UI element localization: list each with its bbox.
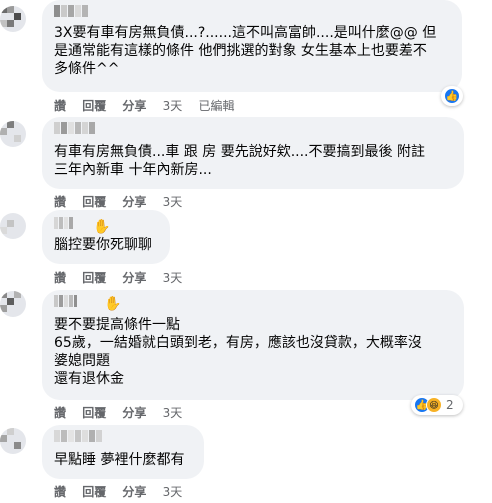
waving-hand-icon: ✋ bbox=[104, 296, 122, 312]
reaction-summary[interactable]: 👍 😆 2 bbox=[411, 395, 463, 415]
comment-actions: 讚 回覆 分享 3天 bbox=[54, 193, 194, 209]
like-button[interactable]: 讚 bbox=[54, 271, 66, 285]
share-button[interactable]: 分享 bbox=[122, 406, 146, 420]
reply-button[interactable]: 回覆 bbox=[82, 195, 106, 209]
comment-text-line: 65歲，一結婚就白頭到老，有房，應該也沒貸款，大概率沒 bbox=[54, 335, 422, 351]
reaction-count: 2 bbox=[446, 398, 454, 412]
comment-text-line: 有車有房無負債...車 跟 房 要先說好欸....不要搞到最後 附註 bbox=[54, 144, 425, 160]
comment-actions: 讚 回覆 分享 3天 bbox=[54, 483, 194, 499]
comment-text-line: 是通常能有這樣的條件 他們挑選的對象 女生基本上也要差不 bbox=[54, 43, 427, 59]
share-button[interactable]: 分享 bbox=[122, 195, 146, 209]
avatar[interactable] bbox=[0, 6, 26, 32]
timestamp[interactable]: 3天 bbox=[163, 99, 183, 113]
comment-text-line: 三年內新車 十年內新房... bbox=[54, 162, 212, 178]
comment-bubble: 有車有房無負債...車 跟 房 要先說好欸....不要搞到最後 附註 三年內新車… bbox=[42, 117, 464, 189]
comment-bubble: 3X要有車有房無負債...?......這不叫高富帥....是叫什麼@@ 但 是… bbox=[42, 0, 462, 92]
share-button[interactable]: 分享 bbox=[122, 99, 146, 113]
commenter-name[interactable] bbox=[54, 216, 74, 230]
commenter-name[interactable] bbox=[54, 429, 103, 443]
share-button[interactable]: 分享 bbox=[122, 485, 146, 499]
comment-text-line: 早點睡 夢裡什麼都有 bbox=[54, 452, 185, 468]
commenter-name[interactable] bbox=[54, 121, 96, 135]
commenter-name[interactable] bbox=[54, 294, 78, 308]
comment-text-line: 還有退休金 bbox=[54, 371, 124, 387]
reaction-summary[interactable]: 👍 bbox=[441, 86, 463, 106]
avatar[interactable] bbox=[0, 213, 26, 239]
comment-text-line: 多條件^^ bbox=[54, 61, 120, 77]
timestamp[interactable]: 3天 bbox=[163, 406, 183, 420]
reply-button[interactable]: 回覆 bbox=[82, 99, 106, 113]
reply-button[interactable]: 回覆 bbox=[82, 271, 106, 285]
comment-actions: 讚 回覆 分享 3天 已編輯 bbox=[54, 97, 246, 113]
like-button[interactable]: 讚 bbox=[54, 485, 66, 499]
commenter-name[interactable] bbox=[54, 4, 89, 18]
avatar[interactable] bbox=[0, 428, 26, 454]
timestamp[interactable]: 3天 bbox=[163, 195, 183, 209]
avatar[interactable] bbox=[0, 291, 26, 317]
comment-actions: 讚 回覆 分享 3天 bbox=[54, 269, 194, 285]
reply-button[interactable]: 回覆 bbox=[82, 485, 106, 499]
waving-hand-icon: ✋ bbox=[93, 219, 111, 235]
comment-text-line: 婆媳問題 bbox=[54, 353, 110, 369]
like-button[interactable]: 讚 bbox=[54, 406, 66, 420]
avatar[interactable] bbox=[0, 121, 26, 147]
timestamp[interactable]: 3天 bbox=[163, 271, 183, 285]
like-icon: 👍 bbox=[444, 88, 460, 104]
comment-text-line: 腦控要你死聊聊 bbox=[54, 237, 152, 253]
reply-button[interactable]: 回覆 bbox=[82, 406, 106, 420]
haha-icon: 😆 bbox=[426, 397, 442, 413]
comment-actions: 讚 回覆 分享 3天 bbox=[54, 404, 194, 420]
comment-text-line: 3X要有車有房無負債...?......這不叫高富帥....是叫什麼@@ 但 bbox=[54, 25, 437, 41]
edited-label: 已編輯 bbox=[198, 99, 235, 113]
like-button[interactable]: 讚 bbox=[54, 99, 66, 113]
comment-text-line: 要不要提高條件一點 bbox=[54, 317, 180, 333]
comment-bubble: 早點睡 夢裡什麼都有 bbox=[42, 425, 204, 479]
share-button[interactable]: 分享 bbox=[122, 271, 146, 285]
like-button[interactable]: 讚 bbox=[54, 195, 66, 209]
timestamp[interactable]: 3天 bbox=[163, 485, 183, 499]
